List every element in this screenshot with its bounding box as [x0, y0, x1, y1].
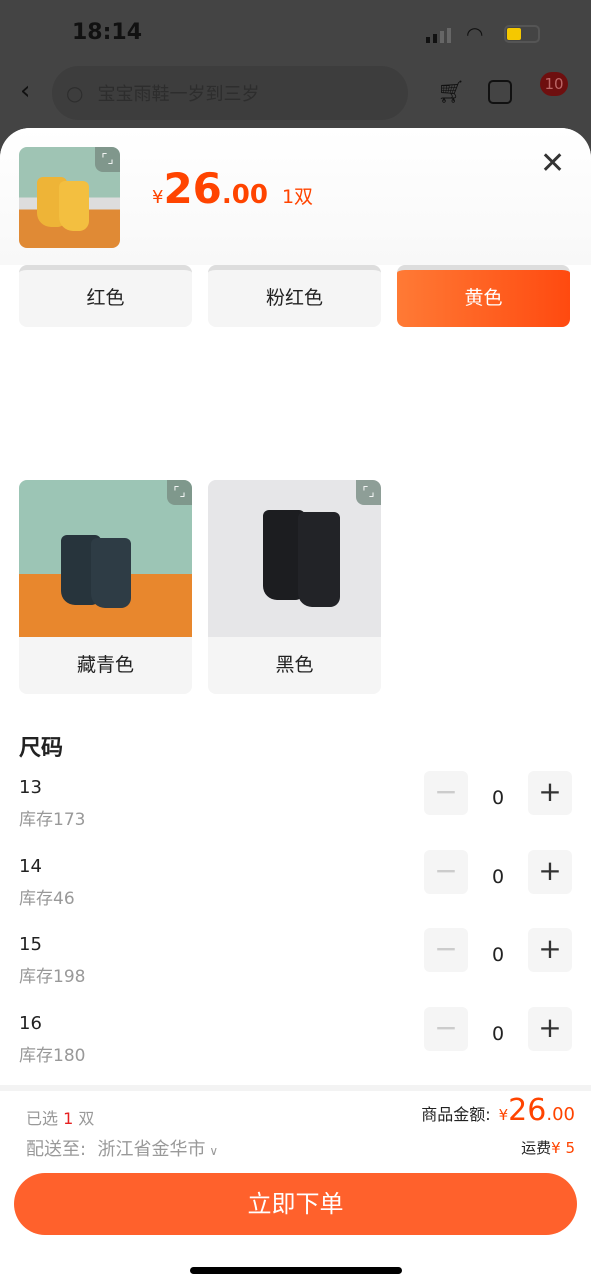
size-label: 16: [19, 1012, 42, 1034]
product-thumbnail[interactable]: ⌜⌟: [19, 147, 120, 248]
shipping-address[interactable]: 配送至: 浙江省金华市 ∨: [26, 1135, 218, 1161]
search-input[interactable]: ○ 宝宝雨鞋一岁到三岁: [52, 66, 408, 120]
stock-label: 库存198: [19, 967, 86, 987]
share-icon[interactable]: [488, 80, 512, 104]
quantity-value[interactable]: 0: [478, 866, 518, 888]
amount: 商品金额: ¥ 26 .00: [421, 1093, 575, 1128]
expand-icon[interactable]: ⌜⌟: [356, 480, 381, 505]
chevron-down-icon: ∨: [205, 1144, 219, 1158]
size-label: 15: [19, 934, 42, 955]
price: ¥ 26 .00 1双: [152, 164, 314, 213]
expand-icon[interactable]: ⌜⌟: [95, 147, 120, 172]
cart-icon[interactable]: 🛒︎: [437, 80, 465, 105]
status-bar: 18:14 ◠: [0, 0, 591, 70]
size-row: 16 库存180 − 0 +: [0, 1006, 591, 1091]
stock-label: 库存180: [19, 1045, 86, 1066]
color-option-red[interactable]: 红色: [19, 265, 192, 327]
size-row: 13 库存173 − 0 +: [0, 771, 591, 855]
color-option-navy[interactable]: ⌜⌟ 藏青色: [19, 480, 192, 694]
decrease-button[interactable]: −: [424, 1006, 468, 1051]
quantity-value[interactable]: 0: [478, 944, 518, 966]
search-icon: ○: [66, 81, 84, 105]
freight: 运费¥ 5: [521, 1139, 575, 1157]
decrease-button[interactable]: −: [424, 771, 468, 815]
home-indicator: [190, 1267, 402, 1274]
place-order-button[interactable]: 立即下单: [14, 1173, 577, 1235]
increase-button[interactable]: +: [528, 928, 572, 972]
search-placeholder: 宝宝雨鞋一岁到三岁: [97, 84, 260, 105]
size-section-title: 尺码: [19, 736, 64, 761]
increase-button[interactable]: +: [528, 849, 572, 894]
battery-icon: [504, 25, 540, 43]
color-option-yellow[interactable]: 黄色: [397, 265, 570, 327]
size-row: 15 库存198 − 0 +: [0, 928, 591, 1012]
decrease-button[interactable]: −: [424, 928, 468, 972]
close-icon[interactable]: ✕: [540, 146, 565, 181]
expand-icon[interactable]: ⌜⌟: [167, 480, 192, 505]
stock-label: 库存46: [19, 888, 75, 909]
increase-button[interactable]: +: [528, 771, 572, 815]
bottom-bar: 已选 1 双 配送至: 浙江省金华市 ∨ 商品金额: ¥ 26 .00 运费¥ …: [0, 1085, 591, 1280]
size-row: 14 库存46 − 0 +: [0, 849, 591, 934]
status-time: 18:14: [72, 20, 143, 45]
decrease-button[interactable]: −: [424, 849, 468, 894]
back-icon[interactable]: ‹: [20, 76, 30, 106]
color-option-black[interactable]: ⌜⌟ 黑色: [208, 480, 381, 694]
top-nav: ‹ ○ 宝宝雨鞋一岁到三岁 🛒︎: [0, 66, 591, 120]
stock-label: 库存173: [19, 810, 86, 830]
message-badge[interactable]: 10: [540, 72, 568, 96]
quantity-value[interactable]: 0: [478, 787, 518, 809]
signal-icon: [426, 28, 451, 43]
color-option-pink[interactable]: 粉红色: [208, 265, 381, 327]
size-label: 14: [19, 855, 42, 877]
size-label: 13: [19, 777, 42, 798]
wifi-icon: ◠: [466, 22, 484, 46]
quantity-value[interactable]: 0: [478, 1023, 518, 1045]
increase-button[interactable]: +: [528, 1006, 572, 1051]
selected-summary: 已选 1 双: [26, 1109, 95, 1128]
